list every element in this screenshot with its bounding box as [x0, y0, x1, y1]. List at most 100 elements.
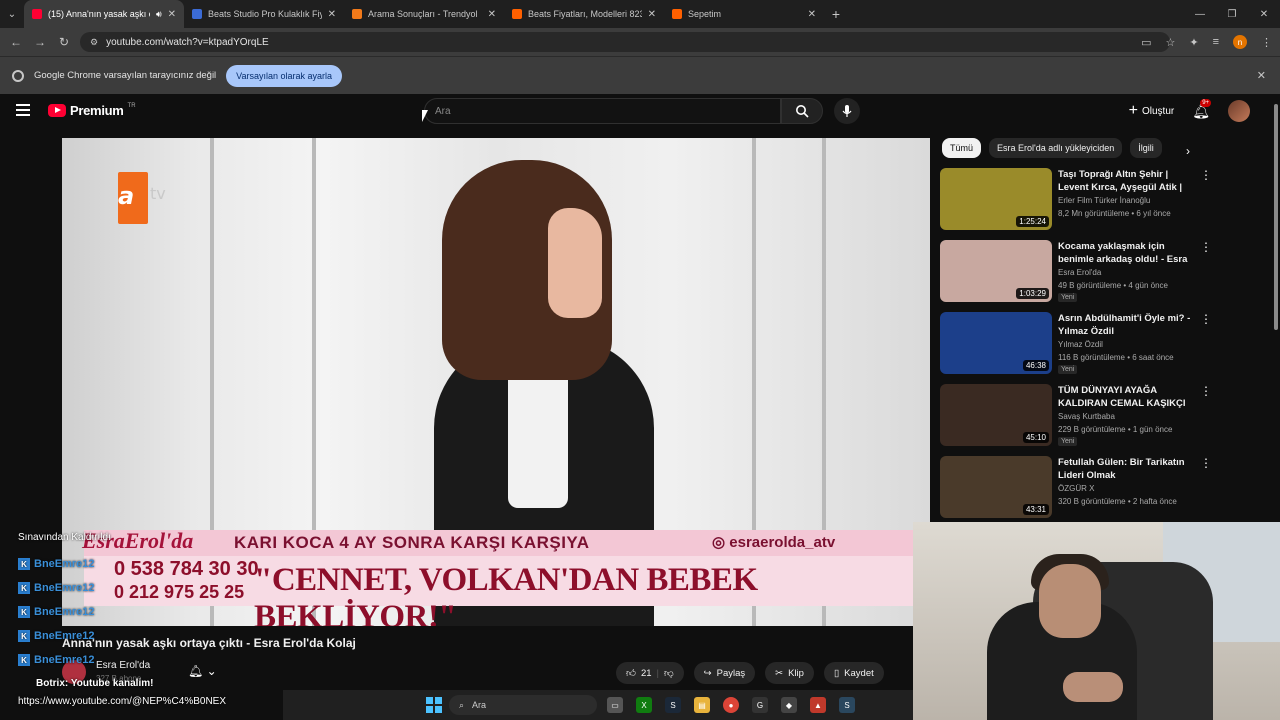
filter-chip[interactable]: Esra Erol'da adlı yükleyiciden — [989, 138, 1123, 158]
like-count: 21 — [640, 667, 652, 679]
recommendation-channel[interactable]: Yılmaz Özdil — [1058, 340, 1103, 349]
forward-button[interactable]: → — [28, 35, 52, 49]
related-filter-chips: Tümü Esra Erol'da adlı yükleyiciden İlgili — [942, 138, 1162, 158]
extensions-icon[interactable]: ✦ — [1189, 36, 1198, 49]
speaker-icon[interactable]: 🔊︎ — [156, 9, 162, 20]
tab-close-icon[interactable]: ✕ — [168, 9, 176, 20]
app-icon[interactable]: ◆ — [781, 697, 797, 713]
thumbs-down-icon[interactable]: 👎︎ — [664, 667, 674, 679]
browser-tab[interactable]: Beats Studio Pro Kulaklık Fiyatı ✕ — [184, 0, 344, 28]
bot-name: Botrix: — [36, 678, 69, 689]
recommendation-item[interactable]: 1:03:29 Kocama yaklaşmak için benimle ar… — [940, 238, 1215, 310]
chrome-menu-icon[interactable]: ⋮ — [1261, 36, 1272, 49]
masthead-actions: + Oluştur 🔔︎ 9+ — [1129, 98, 1250, 122]
recommendation-title[interactable]: Kocama yaklaşmak için benimle arkadaş ol… — [1058, 240, 1196, 266]
recommendation-title[interactable]: Fetullah Gülen: Bir Tarikatın Lideri Olm… — [1058, 456, 1196, 482]
save-button[interactable]: ▯ Kaydet — [823, 662, 884, 684]
chat-bot-line: Botrix: Youtube kanalim! — [36, 678, 153, 689]
filter-chip[interactable]: Tümü — [942, 138, 982, 158]
more-actions-icon[interactable]: ⋮ — [1200, 456, 1212, 470]
video-thumbnail[interactable]: 45:10 — [940, 384, 1052, 446]
account-avatar[interactable] — [1228, 100, 1250, 122]
tab-search-button[interactable]: ⌄ — [0, 0, 24, 28]
recommendation-meta: 320 B görüntüleme • 2 hafta önce — [1058, 497, 1177, 506]
task-view-icon[interactable]: ▭ — [607, 697, 623, 713]
browser-tab[interactable]: Sepetim ✕ — [664, 0, 824, 28]
site-info-icon[interactable]: ⚙ — [90, 37, 98, 48]
guide-menu-icon[interactable] — [16, 104, 30, 116]
clip-button[interactable]: ✂ Klip — [765, 662, 814, 684]
search-button[interactable] — [781, 98, 823, 124]
recommendation-title[interactable]: Taşı Toprağı Altın Şehir | Levent Kırca,… — [1058, 168, 1196, 194]
recommendation-channel[interactable]: ÖZGÜR X — [1058, 484, 1094, 493]
page-scrollbar-thumb[interactable] — [1274, 104, 1278, 330]
browser-tab[interactable]: Arama Sonuçları - Trendyol ✕ — [344, 0, 504, 28]
kick-badge-icon: K — [18, 582, 30, 594]
profile-avatar[interactable]: n — [1233, 35, 1247, 49]
tab-close-icon[interactable]: ✕ — [488, 9, 496, 20]
youtube-logo[interactable]: Premium TR — [48, 103, 136, 118]
minimize-button[interactable]: — — [1184, 0, 1216, 28]
steam-icon[interactable]: S — [665, 697, 681, 713]
notifications-button[interactable]: 🔔︎ 9+ — [1192, 98, 1212, 120]
cast-icon[interactable]: ▭ — [1141, 36, 1151, 49]
xbox-icon[interactable]: X — [636, 697, 652, 713]
recommendation-item[interactable]: 1:25:24 Taşı Toprağı Altın Şehir | Leven… — [940, 166, 1215, 238]
browser-tab[interactable]: Beats Fiyatları, Modelleri 823 Ü ✕ — [504, 0, 664, 28]
recommendation-channel[interactable]: Erler Film Türker İnanoğlu — [1058, 196, 1150, 205]
video-duration: 43:31 — [1022, 504, 1049, 515]
epic-games-icon[interactable]: G — [752, 697, 768, 713]
browser-toolbar: ← → ↻ ⚙ youtube.com/watch?v=ktpadYOrqLE … — [0, 28, 1280, 56]
windows-start-icon[interactable] — [426, 697, 442, 713]
mouse-cursor — [422, 110, 428, 122]
more-actions-icon[interactable]: ⋮ — [1200, 240, 1212, 254]
infobar-close-icon[interactable]: ✕ — [1257, 69, 1266, 82]
tab-title: Beats Studio Pro Kulaklık Fiyatı — [208, 9, 322, 19]
address-bar[interactable]: ⚙ youtube.com/watch?v=ktpadYOrqLE — [80, 32, 1170, 52]
recommendation-title[interactable]: Asrın Abdülhamit'i Öyle mi? - Yılmaz Özd… — [1058, 312, 1196, 338]
recommendation-title[interactable]: TÜM DÜNYAYI AYAĞA KALDIRAN CEMAL KAŞIKÇI… — [1058, 384, 1196, 410]
default-browser-infobar: Google Chrome varsayılan tarayıcınız değ… — [0, 56, 1280, 94]
file-explorer-icon[interactable]: ▤ — [694, 697, 710, 713]
create-label: Oluştur — [1141, 105, 1175, 117]
media-controls-icon[interactable]: ≡ — [1213, 36, 1219, 48]
video-thumbnail[interactable]: 1:25:24 — [940, 168, 1052, 230]
tab-close-icon[interactable]: ✕ — [808, 9, 816, 20]
recommendation-item[interactable]: 45:10 TÜM DÜNYAYI AYAĞA KALDIRAN CEMAL K… — [940, 382, 1215, 454]
chrome-taskbar-icon[interactable]: ● — [723, 697, 739, 713]
recommendation-channel[interactable]: Savaş Kurtbaba — [1058, 412, 1115, 421]
video-thumbnail[interactable]: 46:38 — [940, 312, 1052, 374]
like-button[interactable]: 👍︎ 21 | 👎︎ — [616, 662, 684, 684]
video-thumbnail[interactable]: 43:31 — [940, 456, 1052, 518]
share-button[interactable]: ↪ Paylaş — [693, 662, 756, 684]
host-face — [548, 208, 602, 318]
browser-tab[interactable]: (15) Anna'nın yasak aşkı ort 🔊︎ ✕ — [24, 0, 184, 28]
taskbar-search[interactable]: ⌕ Ara — [449, 695, 597, 715]
back-button[interactable]: ← — [4, 35, 28, 49]
voice-search-button[interactable] — [834, 98, 860, 124]
streamer-hands — [1063, 672, 1123, 702]
video-duration: 1:25:24 — [1016, 216, 1049, 227]
tab-close-icon[interactable]: ✕ — [648, 9, 656, 20]
tab-close-icon[interactable]: ✕ — [328, 9, 336, 20]
steam-alt-icon[interactable]: S — [839, 697, 855, 713]
create-button[interactable]: + Oluştur — [1129, 102, 1175, 120]
red-app-icon[interactable]: ▲ — [810, 697, 826, 713]
reload-button[interactable]: ↻ — [52, 35, 76, 49]
more-actions-icon[interactable]: ⋮ — [1200, 384, 1212, 398]
maximize-button[interactable]: ❐ — [1216, 0, 1248, 28]
chips-next-arrow-icon[interactable]: › — [1186, 144, 1190, 158]
search-input[interactable]: Ara — [424, 98, 781, 124]
recommendation-item[interactable]: 46:38 Asrın Abdülhamit'i Öyle mi? - Yılm… — [940, 310, 1215, 382]
recommendation-channel[interactable]: Esra Erol'da — [1058, 268, 1101, 277]
bookmark-star-icon[interactable]: ☆ — [1165, 36, 1175, 49]
taskbar-search-text: Ara — [472, 700, 487, 710]
recommendation-item[interactable]: 43:31 Fetullah Gülen: Bir Tarikatın Lide… — [940, 454, 1215, 526]
filter-chip[interactable]: İlgili — [1130, 138, 1162, 158]
more-actions-icon[interactable]: ⋮ — [1200, 168, 1212, 182]
more-actions-icon[interactable]: ⋮ — [1200, 312, 1212, 326]
set-default-button[interactable]: Varsayılan olarak ayarla — [226, 64, 343, 87]
close-window-button[interactable]: ✕ — [1248, 0, 1280, 28]
new-tab-button[interactable]: + — [824, 6, 848, 22]
video-thumbnail[interactable]: 1:03:29 — [940, 240, 1052, 302]
